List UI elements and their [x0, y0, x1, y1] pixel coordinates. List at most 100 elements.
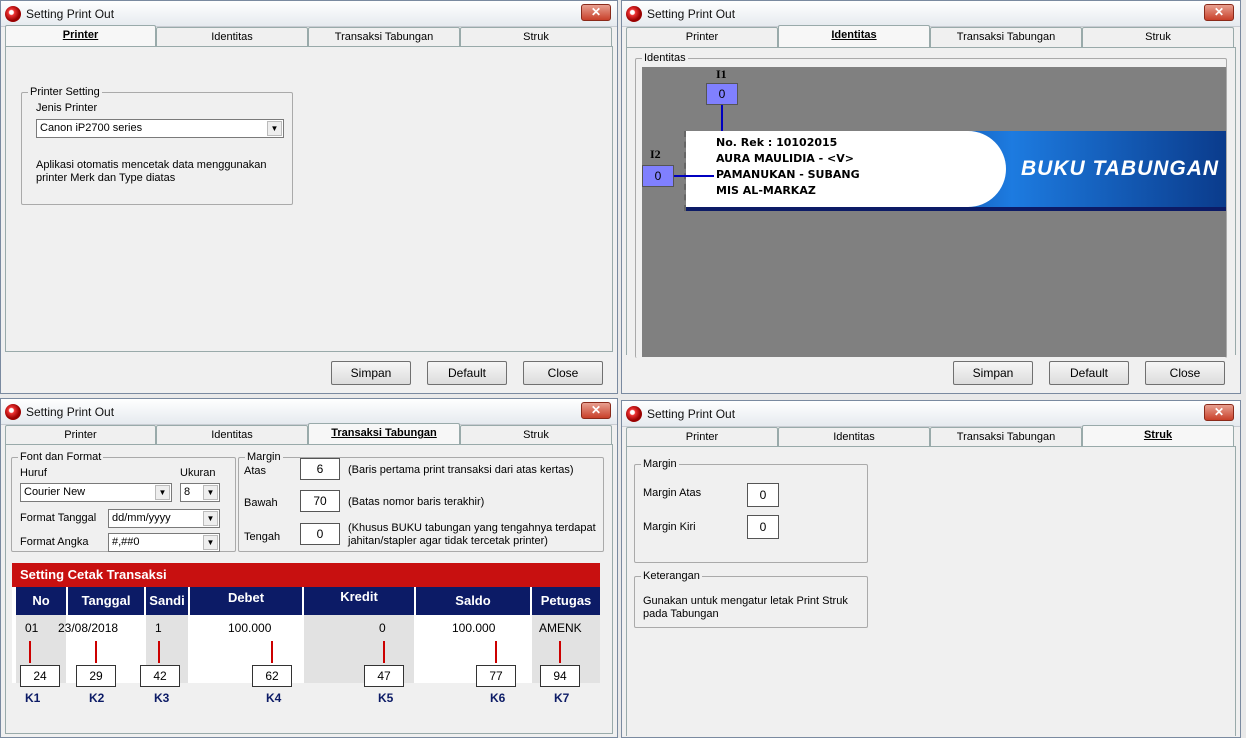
title-bar: Setting Print Out	[622, 401, 1240, 427]
tab-transaksi-tabungan[interactable]: Transaksi Tabungan	[308, 423, 460, 445]
tab-printer[interactable]: Printer	[5, 425, 156, 445]
tab-printer[interactable]: Printer	[626, 27, 778, 47]
k5-input[interactable]: 47	[364, 665, 404, 687]
k3-input[interactable]: 42	[140, 665, 180, 687]
identity-line: No. Rek : 10102015	[716, 136, 838, 149]
close-icon[interactable]: ✕	[581, 4, 611, 21]
tab-transaksi-tabungan[interactable]: Transaksi Tabungan	[930, 427, 1082, 447]
cell-no: 01	[25, 621, 39, 635]
atas-input[interactable]: 6	[300, 458, 340, 480]
header-debet: Debet	[190, 587, 302, 615]
tengah-note: (Khusus BUKU tabungan yang tengahnya ter…	[348, 522, 596, 534]
window-struk: Setting Print Out ✕ Printer Identitas Tr…	[621, 400, 1241, 738]
format-tanggal-select[interactable]: dd/mm/yyyy ▼	[108, 509, 220, 528]
keterangan-text: pada Tabungan	[643, 608, 719, 620]
tab-transaksi-tabungan[interactable]: Transaksi Tabungan	[308, 27, 460, 47]
simpan-button[interactable]: Simpan	[953, 361, 1033, 385]
i1-label: I1	[716, 67, 727, 81]
tengah-input[interactable]: 0	[300, 523, 340, 545]
tab-printer[interactable]: Printer	[626, 427, 778, 447]
tab-panel: Font dan Format Huruf Ukuran Courier New…	[5, 444, 613, 734]
printer-select[interactable]: Canon iP2700 series ▼	[36, 119, 284, 138]
close-button[interactable]: Close	[1145, 361, 1225, 385]
atas-note: (Baris pertama print transaksi dari atas…	[348, 464, 574, 476]
margin-atas-label: Margin Atas	[643, 487, 702, 499]
cell-debet: 100.000	[228, 621, 272, 635]
app-icon	[626, 5, 642, 22]
cell-petugas: AMENK	[539, 621, 582, 635]
header-tanggal: Tanggal	[68, 587, 144, 615]
bawah-input[interactable]: 70	[300, 490, 340, 512]
header-sandi: Sandi	[146, 587, 188, 615]
k7-marker	[559, 641, 561, 663]
k2-label: K2	[89, 691, 105, 705]
k4-marker	[271, 641, 273, 663]
margin-kiri-input[interactable]: 0	[747, 515, 779, 539]
identitas-group: Identitas I1 0 BUKU TABUNGAN No. Rek : 1…	[635, 52, 1227, 358]
tab-identitas[interactable]: Identitas	[778, 427, 930, 447]
huruf-value: Courier New	[24, 486, 86, 498]
simpan-button[interactable]: Simpan	[331, 361, 411, 385]
cell-kredit: 0	[379, 621, 386, 635]
window-title: Setting Print Out	[26, 404, 115, 419]
tab-struk[interactable]: Struk	[1082, 27, 1234, 47]
tab-panel: Margin Margin Atas 0 Margin Kiri 0 Keter…	[626, 446, 1236, 736]
chevron-down-icon[interactable]: ▼	[267, 121, 282, 136]
k1-input[interactable]: 24	[20, 665, 60, 687]
tab-transaksi-tabungan[interactable]: Transaksi Tabungan	[930, 27, 1082, 47]
title-bar: Setting Print Out	[1, 399, 617, 425]
header-saldo: Saldo	[416, 587, 530, 615]
default-button[interactable]: Default	[427, 361, 507, 385]
cetak-banner-title: Setting Cetak Transaksi	[20, 567, 167, 582]
printer-value: Canon iP2700 series	[40, 122, 143, 134]
k4-label: K4	[266, 691, 282, 705]
close-icon[interactable]: ✕	[581, 402, 611, 419]
window-title: Setting Print Out	[647, 6, 736, 21]
printer-note: printer Merk dan Type diatas	[36, 172, 176, 184]
format-angka-select[interactable]: #,##0 ▼	[108, 533, 220, 552]
format-tanggal-value: dd/mm/yyyy	[112, 512, 171, 524]
close-icon[interactable]: ✕	[1204, 404, 1234, 421]
k1-label: K1	[25, 691, 41, 705]
tab-identitas[interactable]: Identitas	[156, 425, 308, 445]
cell-saldo: 100.000	[452, 621, 496, 635]
huruf-select[interactable]: Courier New ▼	[20, 483, 172, 502]
k6-input[interactable]: 77	[476, 665, 516, 687]
tab-panel: Printer Setting Jenis Printer Canon iP27…	[5, 46, 613, 352]
tab-identitas[interactable]: Identitas	[156, 27, 308, 47]
i2-value[interactable]: 0	[642, 165, 674, 187]
chevron-down-icon[interactable]: ▼	[155, 485, 170, 500]
i2-label: I2	[650, 147, 661, 161]
banner-title: BUKU TABUNGAN	[1021, 157, 1220, 180]
printer-setting-group: Printer Setting Jenis Printer Canon iP27…	[21, 86, 293, 205]
chevron-down-icon[interactable]: ▼	[203, 485, 218, 500]
ukuran-select[interactable]: 8 ▼	[180, 483, 220, 502]
k7-input[interactable]: 94	[540, 665, 580, 687]
k4-input[interactable]: 62	[252, 665, 292, 687]
ukuran-label: Ukuran	[180, 467, 216, 479]
chevron-down-icon[interactable]: ▼	[203, 535, 218, 550]
tab-struk[interactable]: Struk	[460, 425, 612, 445]
margin-atas-input[interactable]: 0	[747, 483, 779, 507]
tab-struk[interactable]: Struk	[1082, 425, 1234, 447]
tab-struk[interactable]: Struk	[460, 27, 612, 47]
window-printer: Setting Print Out ✕ Printer Identitas Tr…	[0, 0, 618, 394]
struk-margin-group: Margin Margin Atas 0 Margin Kiri 0	[634, 458, 868, 563]
k7-label: K7	[554, 691, 570, 705]
keterangan-text: Gunakan untuk mengatur letak Print Struk	[643, 595, 848, 607]
keterangan-group: Keterangan Gunakan untuk mengatur letak …	[634, 570, 868, 628]
k2-input[interactable]: 29	[76, 665, 116, 687]
header-no: No	[16, 587, 66, 615]
tab-printer[interactable]: Printer	[5, 25, 156, 47]
tab-identitas[interactable]: Identitas	[778, 25, 930, 47]
i1-value[interactable]: 0	[706, 83, 738, 105]
chevron-down-icon[interactable]: ▼	[203, 511, 218, 526]
group-label: Keterangan	[641, 570, 702, 582]
close-icon[interactable]: ✕	[1204, 4, 1234, 21]
i2-connector	[674, 175, 714, 177]
close-button[interactable]: Close	[523, 361, 603, 385]
tengah-label: Tengah	[244, 531, 281, 543]
group-label: Printer Setting	[28, 86, 102, 98]
identity-line: PAMANUKAN - SUBANG	[716, 168, 860, 181]
default-button[interactable]: Default	[1049, 361, 1129, 385]
